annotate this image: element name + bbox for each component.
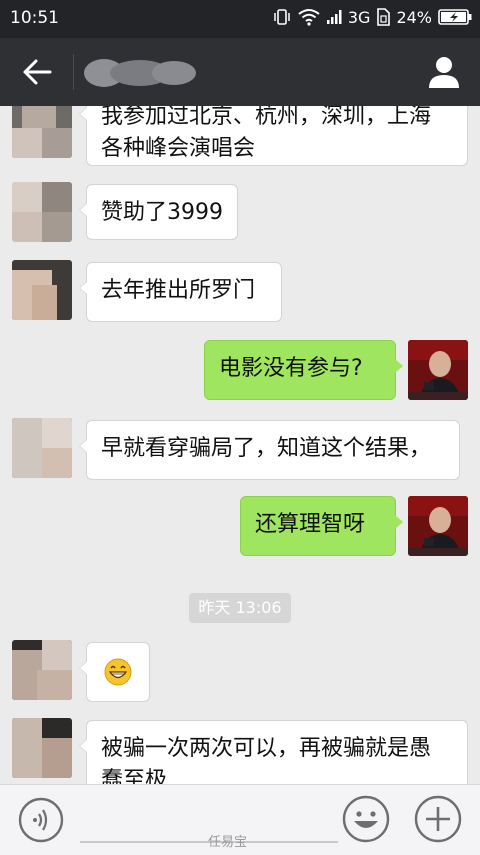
message-bubble[interactable]: 早就看穿骗局了，知道这个结果，: [79, 420, 460, 480]
vibrate-icon: [274, 9, 290, 25]
message-bubble[interactable]: 还算理智呀: [240, 496, 403, 556]
chat-area[interactable]: 我参加过北京、杭州，深圳，上海 各种峰会演唱会 赞助了3999 去年推出所罗门 …: [0, 106, 480, 784]
status-bar: 10:51 3G 24%: [0, 0, 480, 38]
battery-icon: [438, 9, 472, 25]
sim-icon: [377, 8, 391, 26]
network-type: 3G: [347, 7, 371, 27]
avatar[interactable]: [12, 182, 72, 242]
signal-icon: [326, 10, 342, 24]
message-bubble[interactable]: 赞助了3999: [79, 184, 238, 240]
person-icon[interactable]: [426, 54, 462, 90]
avatar[interactable]: [12, 260, 72, 320]
voice-icon[interactable]: [18, 797, 64, 843]
avatar[interactable]: [12, 106, 72, 158]
title-bar: [0, 38, 480, 106]
avatar[interactable]: [408, 340, 468, 400]
avatar[interactable]: [408, 496, 468, 556]
grin-emoji-icon: [104, 658, 132, 686]
arrow-left-icon[interactable]: [22, 58, 52, 86]
avatar[interactable]: [12, 718, 72, 778]
plus-icon[interactable]: [414, 795, 462, 843]
wifi-icon: [298, 9, 320, 26]
title-divider: [73, 54, 74, 90]
emoji-icon[interactable]: [342, 795, 390, 843]
status-time: 10:51: [10, 8, 59, 28]
contact-name-blurred: [84, 59, 196, 87]
message-bubble[interactable]: 被骗一次两次可以，再被骗就是愚 蠢至极: [79, 720, 468, 784]
message-bubble[interactable]: [79, 642, 150, 702]
message-bubble[interactable]: 我参加过北京、杭州，深圳，上海 各种峰会演唱会: [79, 106, 468, 166]
battery-percent: 24%: [396, 7, 432, 27]
message-bubble[interactable]: 电影没有参与?: [204, 340, 403, 400]
message-bubble[interactable]: 去年推出所罗门: [79, 262, 282, 322]
avatar[interactable]: [12, 418, 72, 478]
avatar[interactable]: [12, 640, 72, 700]
timestamp: 昨天 13:06: [189, 593, 291, 623]
input-bar: 任易宝: [0, 784, 480, 855]
watermark: 任易宝: [208, 835, 248, 850]
